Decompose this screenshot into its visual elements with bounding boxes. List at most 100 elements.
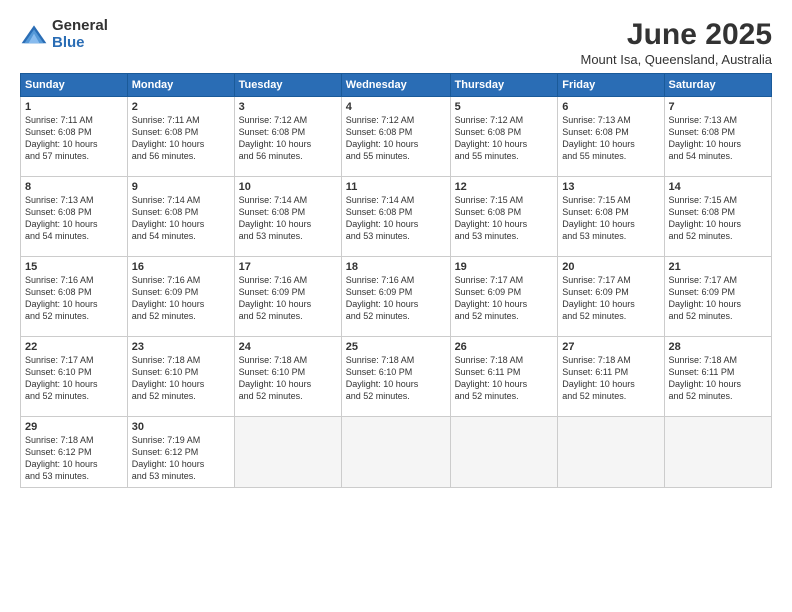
day-number: 9: [132, 181, 230, 193]
table-row: 27Sunrise: 7:18 AM Sunset: 6:11 PM Dayli…: [558, 337, 664, 417]
day-info: Sunrise: 7:16 AM Sunset: 6:09 PM Dayligh…: [132, 274, 230, 323]
table-row: 15Sunrise: 7:16 AM Sunset: 6:08 PM Dayli…: [21, 257, 128, 337]
col-thursday: Thursday: [450, 74, 558, 97]
day-info: Sunrise: 7:16 AM Sunset: 6:08 PM Dayligh…: [25, 274, 123, 323]
table-row: [341, 417, 450, 488]
table-row: 3Sunrise: 7:12 AM Sunset: 6:08 PM Daylig…: [234, 97, 341, 177]
day-info: Sunrise: 7:14 AM Sunset: 6:08 PM Dayligh…: [239, 194, 337, 243]
day-number: 28: [669, 341, 767, 353]
table-row: 7Sunrise: 7:13 AM Sunset: 6:08 PM Daylig…: [664, 97, 771, 177]
page: General Blue June 2025 Mount Isa, Queens…: [0, 0, 792, 612]
day-number: 17: [239, 261, 337, 273]
day-number: 15: [25, 261, 123, 273]
day-info: Sunrise: 7:13 AM Sunset: 6:08 PM Dayligh…: [25, 194, 123, 243]
day-number: 18: [346, 261, 446, 273]
table-row: 6Sunrise: 7:13 AM Sunset: 6:08 PM Daylig…: [558, 97, 664, 177]
table-row: 16Sunrise: 7:16 AM Sunset: 6:09 PM Dayli…: [127, 257, 234, 337]
day-number: 8: [25, 181, 123, 193]
day-info: Sunrise: 7:15 AM Sunset: 6:08 PM Dayligh…: [562, 194, 659, 243]
day-number: 30: [132, 421, 230, 433]
table-row: 23Sunrise: 7:18 AM Sunset: 6:10 PM Dayli…: [127, 337, 234, 417]
col-tuesday: Tuesday: [234, 74, 341, 97]
table-row: 9Sunrise: 7:14 AM Sunset: 6:08 PM Daylig…: [127, 177, 234, 257]
day-info: Sunrise: 7:16 AM Sunset: 6:09 PM Dayligh…: [239, 274, 337, 323]
day-info: Sunrise: 7:18 AM Sunset: 6:11 PM Dayligh…: [455, 354, 554, 403]
day-info: Sunrise: 7:17 AM Sunset: 6:09 PM Dayligh…: [562, 274, 659, 323]
day-number: 13: [562, 181, 659, 193]
day-info: Sunrise: 7:17 AM Sunset: 6:10 PM Dayligh…: [25, 354, 123, 403]
table-row: 11Sunrise: 7:14 AM Sunset: 6:08 PM Dayli…: [341, 177, 450, 257]
day-number: 25: [346, 341, 446, 353]
day-number: 2: [132, 101, 230, 113]
table-row: 18Sunrise: 7:16 AM Sunset: 6:09 PM Dayli…: [341, 257, 450, 337]
day-number: 22: [25, 341, 123, 353]
subtitle: Mount Isa, Queensland, Australia: [580, 52, 772, 67]
day-number: 24: [239, 341, 337, 353]
col-monday: Monday: [127, 74, 234, 97]
table-row: 2Sunrise: 7:11 AM Sunset: 6:08 PM Daylig…: [127, 97, 234, 177]
table-row: 13Sunrise: 7:15 AM Sunset: 6:08 PM Dayli…: [558, 177, 664, 257]
day-number: 20: [562, 261, 659, 273]
day-number: 1: [25, 101, 123, 113]
col-saturday: Saturday: [664, 74, 771, 97]
day-info: Sunrise: 7:11 AM Sunset: 6:08 PM Dayligh…: [25, 114, 123, 163]
table-row: 25Sunrise: 7:18 AM Sunset: 6:10 PM Dayli…: [341, 337, 450, 417]
day-number: 29: [25, 421, 123, 433]
logo-text: General Blue: [52, 18, 108, 51]
day-info: Sunrise: 7:12 AM Sunset: 6:08 PM Dayligh…: [239, 114, 337, 163]
table-row: 29Sunrise: 7:18 AM Sunset: 6:12 PM Dayli…: [21, 417, 128, 488]
day-info: Sunrise: 7:11 AM Sunset: 6:08 PM Dayligh…: [132, 114, 230, 163]
day-info: Sunrise: 7:18 AM Sunset: 6:11 PM Dayligh…: [562, 354, 659, 403]
table-row: 14Sunrise: 7:15 AM Sunset: 6:08 PM Dayli…: [664, 177, 771, 257]
day-number: 4: [346, 101, 446, 113]
day-number: 7: [669, 101, 767, 113]
day-info: Sunrise: 7:18 AM Sunset: 6:12 PM Dayligh…: [25, 434, 123, 483]
logo: General Blue: [20, 18, 108, 51]
day-number: 19: [455, 261, 554, 273]
table-row: 17Sunrise: 7:16 AM Sunset: 6:09 PM Dayli…: [234, 257, 341, 337]
table-row: 20Sunrise: 7:17 AM Sunset: 6:09 PM Dayli…: [558, 257, 664, 337]
week-row-4: 22Sunrise: 7:17 AM Sunset: 6:10 PM Dayli…: [21, 337, 772, 417]
table-row: 8Sunrise: 7:13 AM Sunset: 6:08 PM Daylig…: [21, 177, 128, 257]
table-row: 26Sunrise: 7:18 AM Sunset: 6:11 PM Dayli…: [450, 337, 558, 417]
logo-icon: [20, 24, 48, 46]
day-number: 10: [239, 181, 337, 193]
day-info: Sunrise: 7:13 AM Sunset: 6:08 PM Dayligh…: [669, 114, 767, 163]
day-info: Sunrise: 7:12 AM Sunset: 6:08 PM Dayligh…: [455, 114, 554, 163]
week-row-3: 15Sunrise: 7:16 AM Sunset: 6:08 PM Dayli…: [21, 257, 772, 337]
table-row: 10Sunrise: 7:14 AM Sunset: 6:08 PM Dayli…: [234, 177, 341, 257]
table-row: 19Sunrise: 7:17 AM Sunset: 6:09 PM Dayli…: [450, 257, 558, 337]
day-info: Sunrise: 7:18 AM Sunset: 6:10 PM Dayligh…: [346, 354, 446, 403]
col-sunday: Sunday: [21, 74, 128, 97]
day-number: 21: [669, 261, 767, 273]
day-info: Sunrise: 7:18 AM Sunset: 6:11 PM Dayligh…: [669, 354, 767, 403]
day-number: 26: [455, 341, 554, 353]
day-info: Sunrise: 7:17 AM Sunset: 6:09 PM Dayligh…: [669, 274, 767, 323]
day-number: 23: [132, 341, 230, 353]
logo-blue: Blue: [52, 35, 108, 52]
week-row-5: 29Sunrise: 7:18 AM Sunset: 6:12 PM Dayli…: [21, 417, 772, 488]
day-info: Sunrise: 7:14 AM Sunset: 6:08 PM Dayligh…: [132, 194, 230, 243]
day-info: Sunrise: 7:15 AM Sunset: 6:08 PM Dayligh…: [455, 194, 554, 243]
col-wednesday: Wednesday: [341, 74, 450, 97]
table-row: 4Sunrise: 7:12 AM Sunset: 6:08 PM Daylig…: [341, 97, 450, 177]
day-info: Sunrise: 7:18 AM Sunset: 6:10 PM Dayligh…: [239, 354, 337, 403]
day-number: 12: [455, 181, 554, 193]
week-row-1: 1Sunrise: 7:11 AM Sunset: 6:08 PM Daylig…: [21, 97, 772, 177]
table-row: 21Sunrise: 7:17 AM Sunset: 6:09 PM Dayli…: [664, 257, 771, 337]
logo-general: General: [52, 18, 108, 35]
day-number: 14: [669, 181, 767, 193]
table-row: 5Sunrise: 7:12 AM Sunset: 6:08 PM Daylig…: [450, 97, 558, 177]
header: General Blue June 2025 Mount Isa, Queens…: [20, 18, 772, 67]
calendar-table: Sunday Monday Tuesday Wednesday Thursday…: [20, 73, 772, 488]
table-row: 22Sunrise: 7:17 AM Sunset: 6:10 PM Dayli…: [21, 337, 128, 417]
day-info: Sunrise: 7:19 AM Sunset: 6:12 PM Dayligh…: [132, 434, 230, 483]
col-friday: Friday: [558, 74, 664, 97]
main-title: June 2025: [580, 18, 772, 51]
day-info: Sunrise: 7:12 AM Sunset: 6:08 PM Dayligh…: [346, 114, 446, 163]
day-number: 11: [346, 181, 446, 193]
day-info: Sunrise: 7:14 AM Sunset: 6:08 PM Dayligh…: [346, 194, 446, 243]
table-row: [664, 417, 771, 488]
table-row: [558, 417, 664, 488]
table-row: 30Sunrise: 7:19 AM Sunset: 6:12 PM Dayli…: [127, 417, 234, 488]
